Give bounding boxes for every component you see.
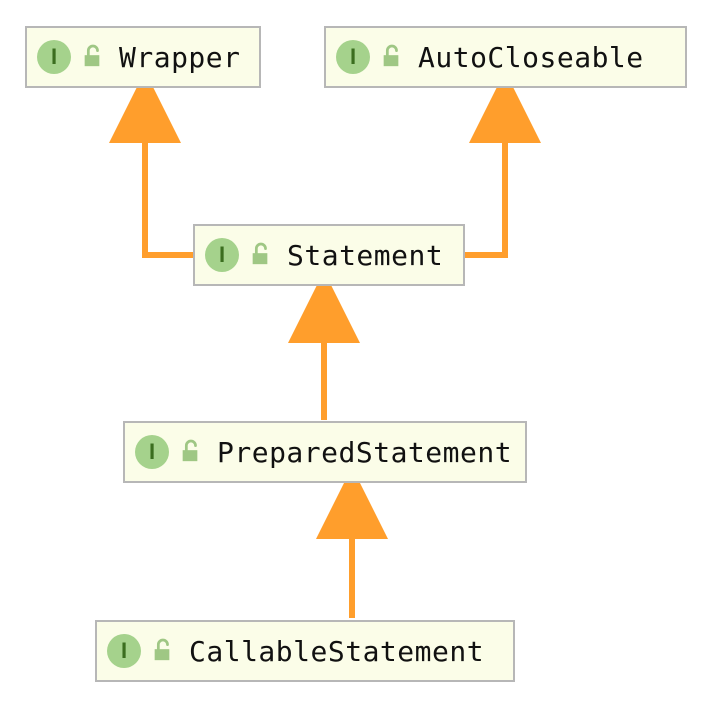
unlock-icon bbox=[81, 44, 103, 70]
node-label: PreparedStatement bbox=[217, 436, 512, 469]
interface-badge-letter: I bbox=[51, 44, 57, 70]
node-preparedstatement: I PreparedStatement bbox=[123, 421, 527, 483]
interface-badge-icon: I bbox=[37, 40, 71, 74]
unlock-icon bbox=[179, 439, 201, 465]
node-label: AutoCloseable bbox=[418, 41, 644, 74]
interface-hierarchy-diagram: { "diagram": { "badge_letter": "I", "nod… bbox=[0, 0, 713, 718]
connector-layer bbox=[0, 0, 713, 718]
interface-badge-icon: I bbox=[107, 634, 141, 668]
node-label: Wrapper bbox=[119, 41, 241, 74]
unlock-icon bbox=[151, 638, 173, 664]
node-callablestatement: I CallableStatement bbox=[95, 620, 515, 682]
interface-badge-letter: I bbox=[350, 44, 356, 70]
interface-badge-icon: I bbox=[135, 435, 169, 469]
unlock-icon bbox=[249, 242, 271, 268]
node-label: Statement bbox=[287, 239, 443, 272]
node-wrapper: I Wrapper bbox=[25, 26, 261, 88]
node-label: CallableStatement bbox=[189, 635, 484, 668]
interface-badge-icon: I bbox=[205, 238, 239, 272]
interface-badge-letter: I bbox=[121, 638, 127, 664]
interface-badge-letter: I bbox=[149, 439, 155, 465]
node-statement: I Statement bbox=[193, 224, 465, 286]
unlock-icon bbox=[380, 44, 402, 70]
edge-statement-to-autocloseable bbox=[462, 107, 505, 255]
interface-badge-letter: I bbox=[219, 242, 225, 268]
interface-badge-icon: I bbox=[336, 40, 370, 74]
node-autocloseable: I AutoCloseable bbox=[324, 26, 687, 88]
